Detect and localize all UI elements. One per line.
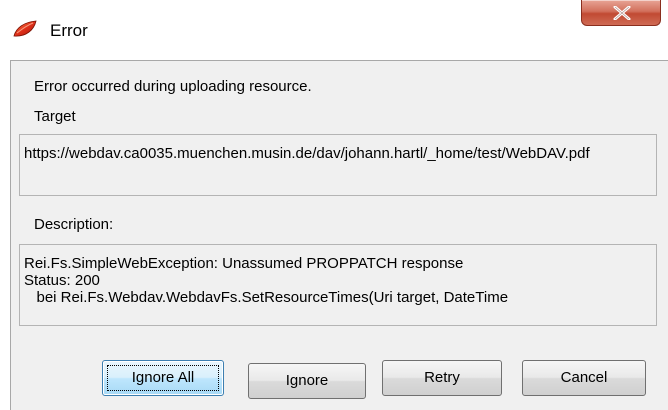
close-button[interactable] [581, 0, 661, 26]
title-bar[interactable]: Error [0, 0, 668, 50]
window-title: Error [50, 21, 88, 40]
ignore-button[interactable]: Ignore [248, 363, 366, 399]
target-label: Target [34, 108, 76, 125]
close-icon [613, 6, 631, 20]
description-line: Rei.Fs.SimpleWebException: Unassumed PRO… [24, 255, 464, 272]
window-frame-left [0, 50, 7, 410]
target-value: https://webdav.ca0035.muenchen.musin.de/… [24, 145, 590, 162]
app-icon [12, 20, 38, 38]
error-dialog: Error Error occurred during uploading re… [0, 0, 668, 410]
description-field[interactable]: Rei.Fs.SimpleWebException: Unassumed PRO… [19, 244, 657, 326]
description-label: Description: [34, 216, 114, 233]
dialog-body [10, 60, 668, 410]
ignore-all-button[interactable]: Ignore All [102, 360, 224, 396]
description-line: bei Rei.Fs.Webdav.WebdavFs.SetResourceTi… [24, 289, 509, 306]
cancel-button[interactable]: Cancel [522, 360, 646, 396]
error-message: Error occurred during uploading resource… [34, 78, 312, 95]
target-field[interactable]: https://webdav.ca0035.muenchen.musin.de/… [19, 134, 657, 196]
description-line: Status: 200 [24, 272, 100, 289]
retry-button[interactable]: Retry [382, 360, 502, 396]
